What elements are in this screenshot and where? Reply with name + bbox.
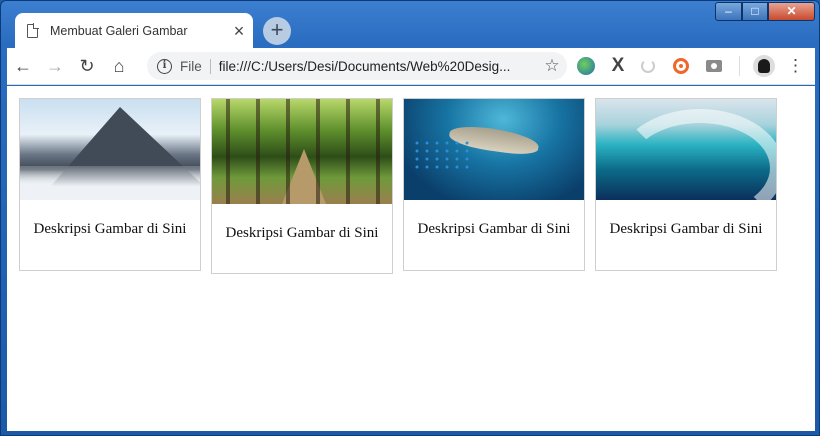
gallery-description: Deskripsi Gambar di Sini <box>225 225 379 241</box>
gallery-image-wave[interactable] <box>596 99 776 200</box>
address-bar[interactable]: i File file:///C:/Users/Desi/Documents/W… <box>147 52 567 80</box>
gallery-item[interactable]: Deskripsi Gambar di Sini <box>595 98 777 271</box>
browser-toolbar: ← → ↻ ⌂ i File file:///C:/Users/Desi/Doc… <box>7 48 815 85</box>
bookmark-star-icon[interactable]: ☆ <box>537 56 567 76</box>
forward-arrow-icon[interactable]: → <box>39 56 71 77</box>
gallery-image-mountain[interactable] <box>20 99 200 200</box>
camera-extension-icon[interactable] <box>706 60 722 72</box>
tab-title: Membuat Galeri Gambar <box>50 24 188 38</box>
gallery-image-shark[interactable] <box>404 99 584 200</box>
back-arrow-icon[interactable]: ← <box>7 56 39 77</box>
minimize-button[interactable]: – <box>715 2 742 21</box>
x-extension-icon[interactable]: X <box>609 56 627 75</box>
page-content: Deskripsi Gambar di Sini Deskripsi Gamba… <box>7 86 815 431</box>
gallery-description: Deskripsi Gambar di Sini <box>417 221 571 237</box>
gallery-item[interactable]: Deskripsi Gambar di Sini <box>403 98 585 271</box>
gallery-image-forest[interactable] <box>212 99 392 204</box>
sync-extension-icon[interactable] <box>641 59 655 73</box>
reload-icon[interactable]: ↻ <box>71 56 103 77</box>
new-tab-button[interactable]: + <box>263 17 291 45</box>
window-controls: – □ ✕ <box>715 2 815 21</box>
toolbar-divider <box>739 56 740 76</box>
document-icon <box>27 23 39 38</box>
browser-window: – □ ✕ Membuat Galeri Gambar × + ← → ↻ ⌂ … <box>0 0 820 436</box>
browser-tab[interactable]: Membuat Galeri Gambar × <box>15 13 253 49</box>
menu-dots-icon[interactable]: ⋮ <box>787 56 804 76</box>
info-icon[interactable]: i <box>157 58 172 74</box>
gallery-item[interactable]: Deskripsi Gambar di Sini <box>19 98 201 271</box>
tab-close-button[interactable]: × <box>225 21 253 42</box>
close-window-button[interactable]: ✕ <box>768 2 815 21</box>
scheme-label: File <box>180 58 211 74</box>
maximize-button[interactable]: □ <box>742 2 768 21</box>
gallery-description: Deskripsi Gambar di Sini <box>33 221 187 237</box>
profile-avatar[interactable] <box>753 55 775 77</box>
record-extension-icon[interactable] <box>673 58 689 74</box>
gallery-description: Deskripsi Gambar di Sini <box>609 221 763 237</box>
globe-extension-icon[interactable] <box>577 57 595 75</box>
home-icon[interactable]: ⌂ <box>103 56 135 77</box>
url-text[interactable]: file:///C:/Users/Desi/Documents/Web%20De… <box>219 59 537 74</box>
gallery-item[interactable]: Deskripsi Gambar di Sini <box>211 98 393 274</box>
